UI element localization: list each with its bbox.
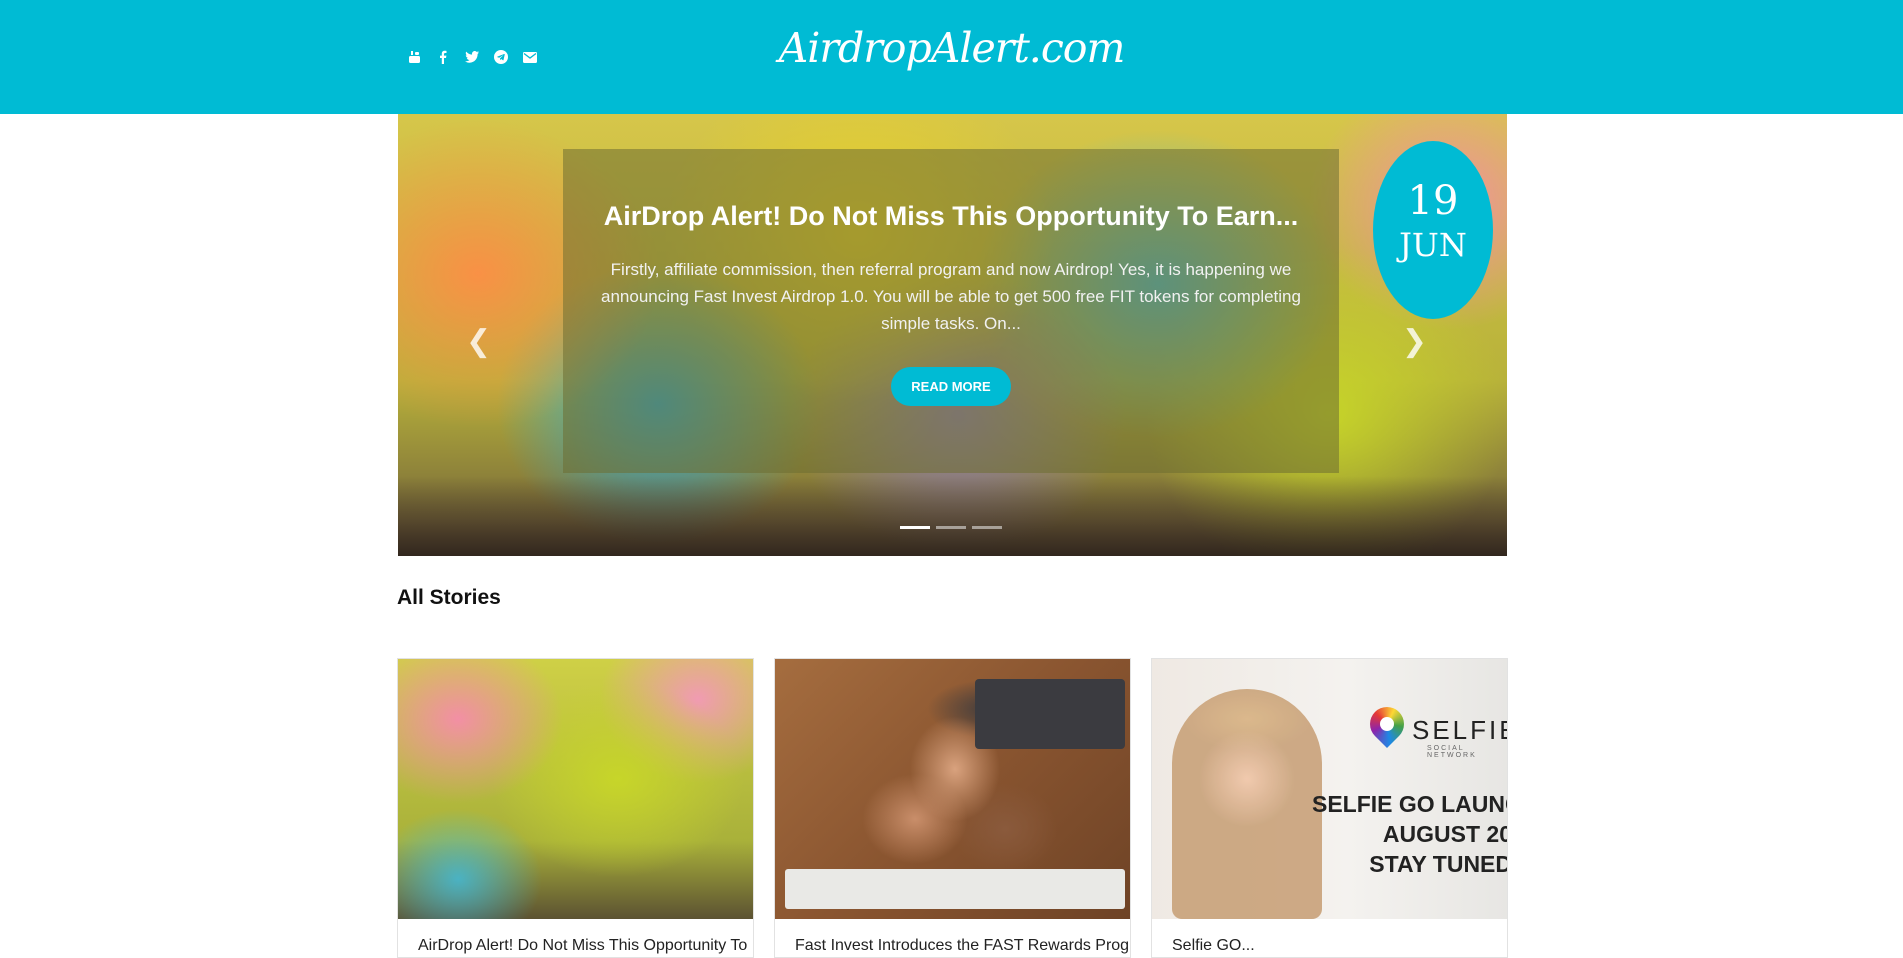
story-title[interactable]: Fast Invest Introduces the FAST Rewards … [775, 919, 1130, 955]
hero-caption: AirDrop Alert! Do Not Miss This Opportun… [563, 149, 1339, 473]
story-card[interactable]: AirDrop Alert! Do Not Miss This Opportun… [397, 658, 754, 958]
hero-excerpt: Firstly, affiliate commission, then refe… [601, 260, 1301, 333]
image-promo: SELFIE GO LAUNCH AUGUST 20 STAY TUNED [1312, 789, 1507, 879]
story-card[interactable]: SELFIE SOCIAL NETWORK SELFIE GO LAUNCH A… [1151, 658, 1508, 958]
woman-photo [1172, 689, 1322, 919]
read-more-button[interactable]: READ MORE [891, 367, 1011, 406]
carousel-dot[interactable] [900, 526, 930, 529]
carousel-dot[interactable] [936, 526, 966, 529]
section-title: All Stories [397, 586, 501, 609]
story-image[interactable]: SELFIE SOCIAL NETWORK SELFIE GO LAUNCH A… [1152, 659, 1507, 919]
promo-line: AUGUST 20 [1382, 821, 1507, 847]
story-title[interactable]: Selfie GO... [1152, 919, 1507, 955]
image-brand-sub: SOCIAL NETWORK [1427, 745, 1477, 759]
promo-line: SELFIE GO LAUNCH [1312, 791, 1507, 817]
carousel-dot[interactable] [972, 526, 1002, 529]
hero-title[interactable]: AirDrop Alert! Do Not Miss This Opportun… [563, 201, 1339, 232]
site-logo[interactable]: AirdropAlert.com [0, 24, 1903, 72]
power-strip-graphic [785, 869, 1125, 909]
selfie-logo-icon [1362, 699, 1412, 749]
date-day: 19 [1407, 178, 1459, 224]
story-card[interactable]: Fast Invest Introduces the FAST Rewards … [774, 658, 1131, 958]
site-header: AirdropAlert.com [0, 0, 1903, 114]
carousel-indicators [900, 526, 1002, 529]
date-badge: 19 JUN [1373, 141, 1493, 319]
hero-carousel: AirDrop Alert! Do Not Miss This Opportun… [398, 114, 1507, 556]
date-month: JUN [1399, 226, 1467, 264]
story-image[interactable] [398, 659, 753, 919]
chevron-left-icon[interactable]: ❮ [466, 324, 491, 359]
story-title[interactable]: AirDrop Alert! Do Not Miss This Opportun… [398, 919, 753, 955]
keyboard-graphic [975, 679, 1125, 749]
image-brand: SELFIE [1412, 715, 1507, 745]
chevron-right-icon[interactable]: ❯ [1402, 324, 1427, 359]
promo-line: STAY TUNED [1369, 851, 1507, 877]
story-cards: AirDrop Alert! Do Not Miss This Opportun… [397, 658, 1508, 958]
story-image[interactable] [775, 659, 1130, 919]
hero-crowd-image [398, 476, 1507, 556]
